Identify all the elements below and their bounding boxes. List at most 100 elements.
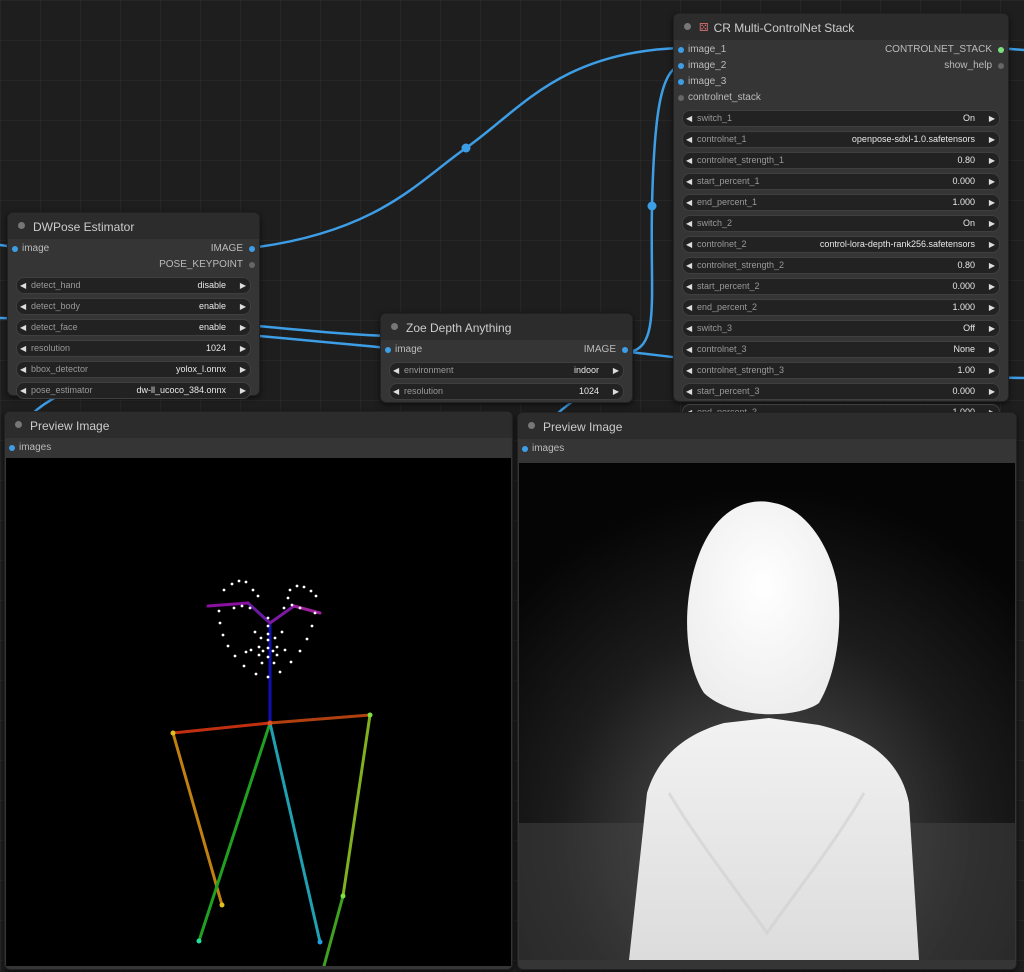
arrow-right-icon[interactable]: ▶ [989, 300, 995, 315]
zoe-depth-node[interactable]: Zoe Depth Anything image IMAGE ◀ environm… [380, 313, 633, 403]
input-pin-icon[interactable] [9, 445, 15, 451]
arrow-right-icon[interactable]: ▶ [989, 132, 995, 147]
arrow-right-icon[interactable]: ▶ [240, 362, 246, 377]
widget-controlnet-3[interactable]: ◀ controlnet_3 None ▶ [682, 341, 1000, 358]
widget-value[interactable]: disable [197, 278, 226, 293]
output-pin-icon[interactable] [249, 246, 255, 252]
node-title-bar[interactable]: ⚄ CR Multi-ControlNet Stack [674, 14, 1008, 40]
arrow-left-icon[interactable]: ◀ [20, 320, 26, 335]
arrow-left-icon[interactable]: ◀ [20, 383, 26, 398]
widget-start-percent-2[interactable]: ◀ start_percent_2 0.000 ▶ [682, 278, 1000, 295]
widget-resolution[interactable]: ◀ resolution 1024 ▶ [16, 340, 251, 357]
widget-controlnet-strength-1[interactable]: ◀ controlnet_strength_1 0.80 ▶ [682, 152, 1000, 169]
widget-value[interactable]: 0.80 [957, 153, 975, 168]
widget-value[interactable]: None [953, 342, 975, 357]
widget-detect-face[interactable]: ◀ detect_face enable ▶ [16, 319, 251, 336]
arrow-right-icon[interactable]: ▶ [613, 384, 619, 399]
input-pin-icon[interactable] [678, 79, 684, 85]
widget-end-percent-1[interactable]: ◀ end_percent_1 1.000 ▶ [682, 194, 1000, 211]
arrow-left-icon[interactable]: ◀ [686, 132, 692, 147]
widget-value[interactable]: 0.80 [957, 258, 975, 273]
arrow-left-icon[interactable]: ◀ [686, 237, 692, 252]
arrow-right-icon[interactable]: ▶ [989, 216, 995, 231]
arrow-right-icon[interactable]: ▶ [240, 341, 246, 356]
arrow-right-icon[interactable]: ▶ [989, 384, 995, 399]
arrow-left-icon[interactable]: ◀ [20, 362, 26, 377]
collapse-dot-icon[interactable] [528, 422, 535, 430]
arrow-right-icon[interactable]: ▶ [989, 258, 995, 273]
widget-value[interactable]: 0.000 [952, 174, 975, 189]
arrow-right-icon[interactable]: ▶ [989, 153, 995, 168]
widget-value[interactable]: yolox_l.onnx [176, 362, 226, 377]
widget-controlnet-2[interactable]: ◀ controlnet_2 control-lora-depth-rank256.… [682, 236, 1000, 253]
widget-value[interactable]: 1.00 [957, 363, 975, 378]
node-title-bar[interactable]: Preview Image [5, 412, 512, 438]
arrow-left-icon[interactable]: ◀ [686, 195, 692, 210]
arrow-right-icon[interactable]: ▶ [989, 321, 995, 336]
output-pin-icon[interactable] [249, 262, 255, 268]
arrow-right-icon[interactable]: ▶ [989, 279, 995, 294]
node-title-bar[interactable]: DWPose Estimator [8, 213, 259, 239]
arrow-right-icon[interactable]: ▶ [240, 383, 246, 398]
arrow-right-icon[interactable]: ▶ [989, 363, 995, 378]
input-slot-images[interactable]: images [518, 441, 1016, 457]
widget-value[interactable]: 1.000 [952, 300, 975, 315]
widget-switch-3[interactable]: ◀ switch_3 Off ▶ [682, 320, 1000, 337]
widget-pose-estimator[interactable]: ◀ pose_estimator dw-ll_ucoco_384.onnx ▶ [16, 382, 251, 399]
widget-value[interactable]: On [963, 216, 975, 231]
input-slot-images[interactable]: images [5, 440, 512, 456]
arrow-left-icon[interactable]: ◀ [393, 384, 399, 399]
arrow-right-icon[interactable]: ▶ [989, 174, 995, 189]
input-slot-image-1[interactable]: image_1 CONTROLNET_STACK [674, 42, 1008, 58]
input-slot-image[interactable]: image IMAGE [8, 241, 259, 257]
input-pin-icon[interactable] [678, 47, 684, 53]
arrow-right-icon[interactable]: ▶ [989, 111, 995, 126]
widget-value[interactable]: 0.000 [952, 384, 975, 399]
arrow-left-icon[interactable]: ◀ [686, 216, 692, 231]
widget-value[interactable]: 1.000 [952, 195, 975, 210]
widget-bbox-detector[interactable]: ◀ bbox_detector yolox_l.onnx ▶ [16, 361, 251, 378]
widget-value[interactable]: openpose-sdxl-1.0.safetensors [852, 132, 975, 147]
arrow-left-icon[interactable]: ◀ [686, 363, 692, 378]
widget-value[interactable]: 0.000 [952, 279, 975, 294]
input-pin-icon[interactable] [678, 95, 684, 101]
input-slot-image-3[interactable]: image_3 [674, 74, 1008, 90]
widget-environment[interactable]: ◀ environment indoor ▶ [389, 362, 624, 379]
arrow-left-icon[interactable]: ◀ [686, 300, 692, 315]
output-pin-icon[interactable] [622, 347, 628, 353]
widget-value[interactable]: 1024 [206, 341, 226, 356]
widget-end-percent-2[interactable]: ◀ end_percent_2 1.000 ▶ [682, 299, 1000, 316]
widget-start-percent-1[interactable]: ◀ start_percent_1 0.000 ▶ [682, 173, 1000, 190]
arrow-left-icon[interactable]: ◀ [686, 384, 692, 399]
arrow-left-icon[interactable]: ◀ [20, 341, 26, 356]
node-title-bar[interactable]: Preview Image [518, 413, 1016, 439]
widget-value[interactable]: On [963, 111, 975, 126]
arrow-right-icon[interactable]: ▶ [989, 237, 995, 252]
arrow-left-icon[interactable]: ◀ [686, 111, 692, 126]
arrow-left-icon[interactable]: ◀ [686, 153, 692, 168]
arrow-right-icon[interactable]: ▶ [613, 363, 619, 378]
widget-switch-1[interactable]: ◀ switch_1 On ▶ [682, 110, 1000, 127]
widget-start-percent-3[interactable]: ◀ start_percent_3 0.000 ▶ [682, 383, 1000, 400]
widget-value[interactable]: Off [963, 321, 975, 336]
collapse-dot-icon[interactable] [15, 421, 22, 429]
arrow-left-icon[interactable]: ◀ [20, 278, 26, 293]
widget-switch-2[interactable]: ◀ switch_2 On ▶ [682, 215, 1000, 232]
widget-controlnet-strength-2[interactable]: ◀ controlnet_strength_2 0.80 ▶ [682, 257, 1000, 274]
widget-detect-hand[interactable]: ◀ detect_hand disable ▶ [16, 277, 251, 294]
arrow-right-icon[interactable]: ▶ [989, 342, 995, 357]
arrow-right-icon[interactable]: ▶ [240, 320, 246, 335]
input-slot-controlnet-stack[interactable]: controlnet_stack [674, 90, 1008, 106]
collapse-dot-icon[interactable] [18, 222, 25, 230]
widget-controlnet-1[interactable]: ◀ controlnet_1 openpose-sdxl-1.0.safetenso… [682, 131, 1000, 148]
widget-controlnet-strength-3[interactable]: ◀ controlnet_strength_3 1.00 ▶ [682, 362, 1000, 379]
arrow-left-icon[interactable]: ◀ [686, 174, 692, 189]
widget-resolution[interactable]: ◀ resolution 1024 ▶ [389, 383, 624, 400]
arrow-right-icon[interactable]: ▶ [240, 278, 246, 293]
input-slot-image[interactable]: image IMAGE [381, 342, 632, 358]
widget-value[interactable]: indoor [574, 363, 599, 378]
arrow-left-icon[interactable]: ◀ [686, 342, 692, 357]
arrow-right-icon[interactable]: ▶ [240, 299, 246, 314]
arrow-left-icon[interactable]: ◀ [393, 363, 399, 378]
input-pin-icon[interactable] [385, 347, 391, 353]
